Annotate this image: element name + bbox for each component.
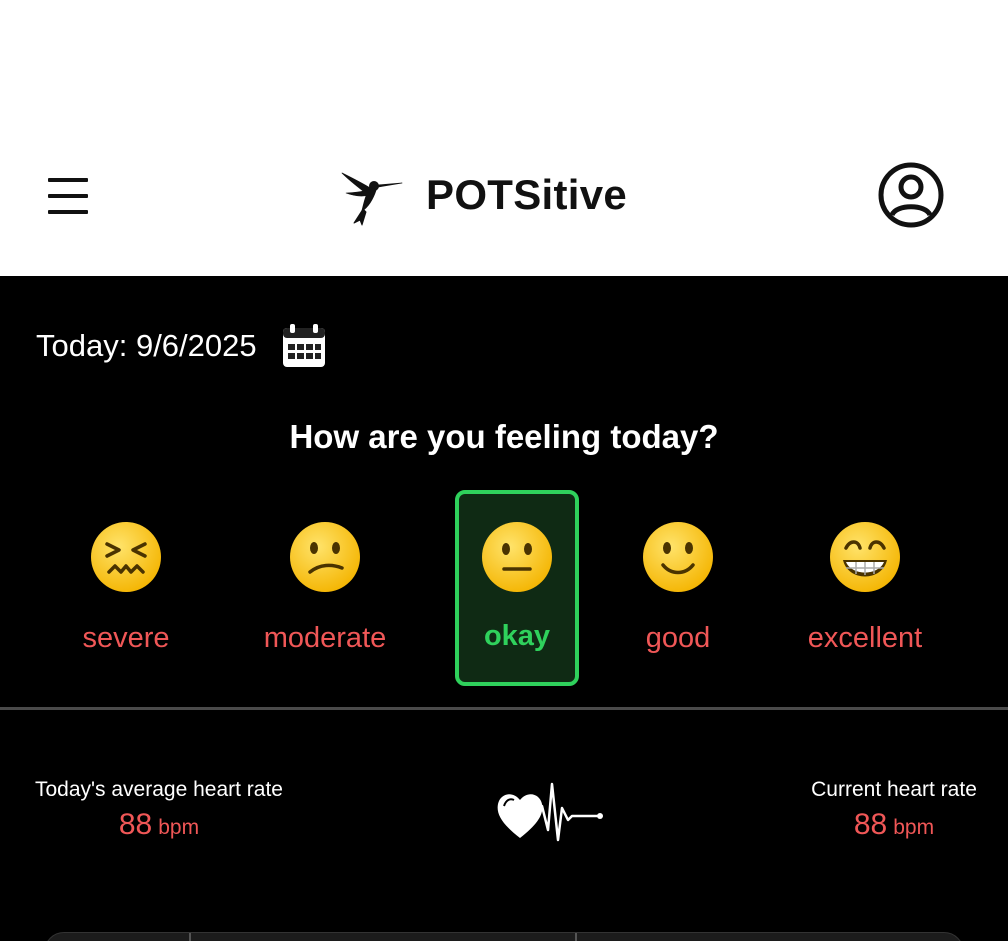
current-heart-rate-value: 88 [853,808,888,841]
mood-option-okay[interactable]: okay [455,490,579,686]
today-date: Today: 9/6/2025 [36,328,257,363]
menu-line [48,194,88,198]
mood-label: excellent [807,622,923,654]
mood-option-moderate[interactable]: moderate [263,490,387,686]
mood-label: moderate [263,622,387,654]
calendar-icon[interactable] [281,323,327,369]
average-heart-rate-unit: bpm [158,816,200,839]
brand: POTSitive [340,160,627,230]
section-divider [0,707,1008,710]
current-heart-rate-unit: bpm [893,816,935,839]
app-title: POTSitive [426,171,628,218]
average-heart-rate-title: Today's average heart rate [35,778,283,801]
mood-label: okay [483,620,551,652]
current-heart-rate-value-row: 88 bpm [796,808,992,842]
confused-face-icon [290,522,360,592]
confounded-face-icon [91,522,161,592]
mood-selector: severe moderate okay good excellent [0,490,1008,686]
current-heart-rate-title: Current heart rate [811,778,977,801]
mood-label: severe [82,622,170,654]
mood-question: How are you feeling today? [289,418,719,455]
hummingbird-icon [341,172,403,226]
segment-separator [575,933,577,941]
mood-option-severe[interactable]: severe [64,490,188,686]
current-heart-rate: Current heart rate 88 bpm [796,778,992,842]
mood-option-excellent[interactable]: excellent [803,490,927,686]
segment-separator [189,933,191,941]
grinning-face-icon [830,522,900,592]
app-header: POTSitive [0,0,1008,276]
neutral-face-icon [482,522,552,592]
mood-label: good [645,622,711,654]
heart-pulse-icon [497,782,603,842]
menu-line [48,178,88,182]
bottom-segmented-bar[interactable] [44,932,964,941]
mood-option-good[interactable]: good [616,490,740,686]
average-heart-rate-value: 88 [118,808,153,841]
menu-line [48,210,88,214]
user-profile-icon[interactable] [876,160,946,230]
slightly-smiling-face-icon [643,522,713,592]
hamburger-menu-icon[interactable] [44,172,92,220]
average-heart-rate: Today's average heart rate 88 bpm [18,778,300,842]
date-row: Today: 9/6/2025 [36,322,327,370]
average-heart-rate-value-row: 88 bpm [18,808,300,842]
